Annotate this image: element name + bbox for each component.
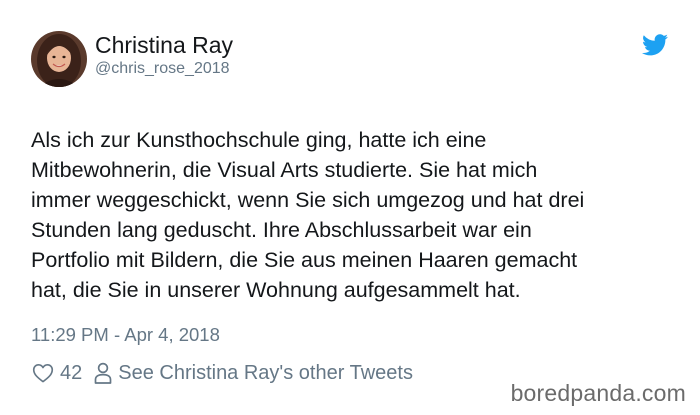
heart-outline-icon[interactable] <box>32 363 54 383</box>
tweet-text: Als ich zur Kunsthochschule ging, hatte … <box>31 125 696 305</box>
person-outline-icon <box>94 362 112 384</box>
watermark: boredpanda.com <box>510 380 686 406</box>
tweet-actions: 42 See Christina Ray's other Tweets <box>32 360 413 386</box>
tweet-text-line: hat, die Sie in unserer Wohnung aufgesam… <box>31 278 521 302</box>
see-other-tweets-link[interactable]: See Christina Ray's other Tweets <box>118 362 413 385</box>
avatar[interactable] <box>31 31 87 87</box>
author-display-name[interactable]: Christina Ray <box>95 31 233 59</box>
tweet-timestamp[interactable]: 11:29 PM - Apr 4, 2018 <box>31 323 220 347</box>
tweet-text-line: Portfolio mit Bildern, die Sie aus meine… <box>31 248 578 272</box>
tweet-text-line: immer weggeschickt, wenn Sie sich umgezo… <box>31 188 585 212</box>
author-handle[interactable]: @chris_rose_2018 <box>95 59 230 79</box>
tweet-text-line: Mitbewohnerin, die Visual Arts studierte… <box>31 158 538 182</box>
twitter-bird-icon[interactable] <box>642 34 668 56</box>
tweet-text-line: Stunden lang geduscht. Ihre Abschlussarb… <box>31 218 532 242</box>
like-count: 42 <box>60 361 83 384</box>
avatar-photo-icon <box>31 31 87 87</box>
tweet-text-line: Als ich zur Kunsthochschule ging, hatte … <box>31 128 487 152</box>
